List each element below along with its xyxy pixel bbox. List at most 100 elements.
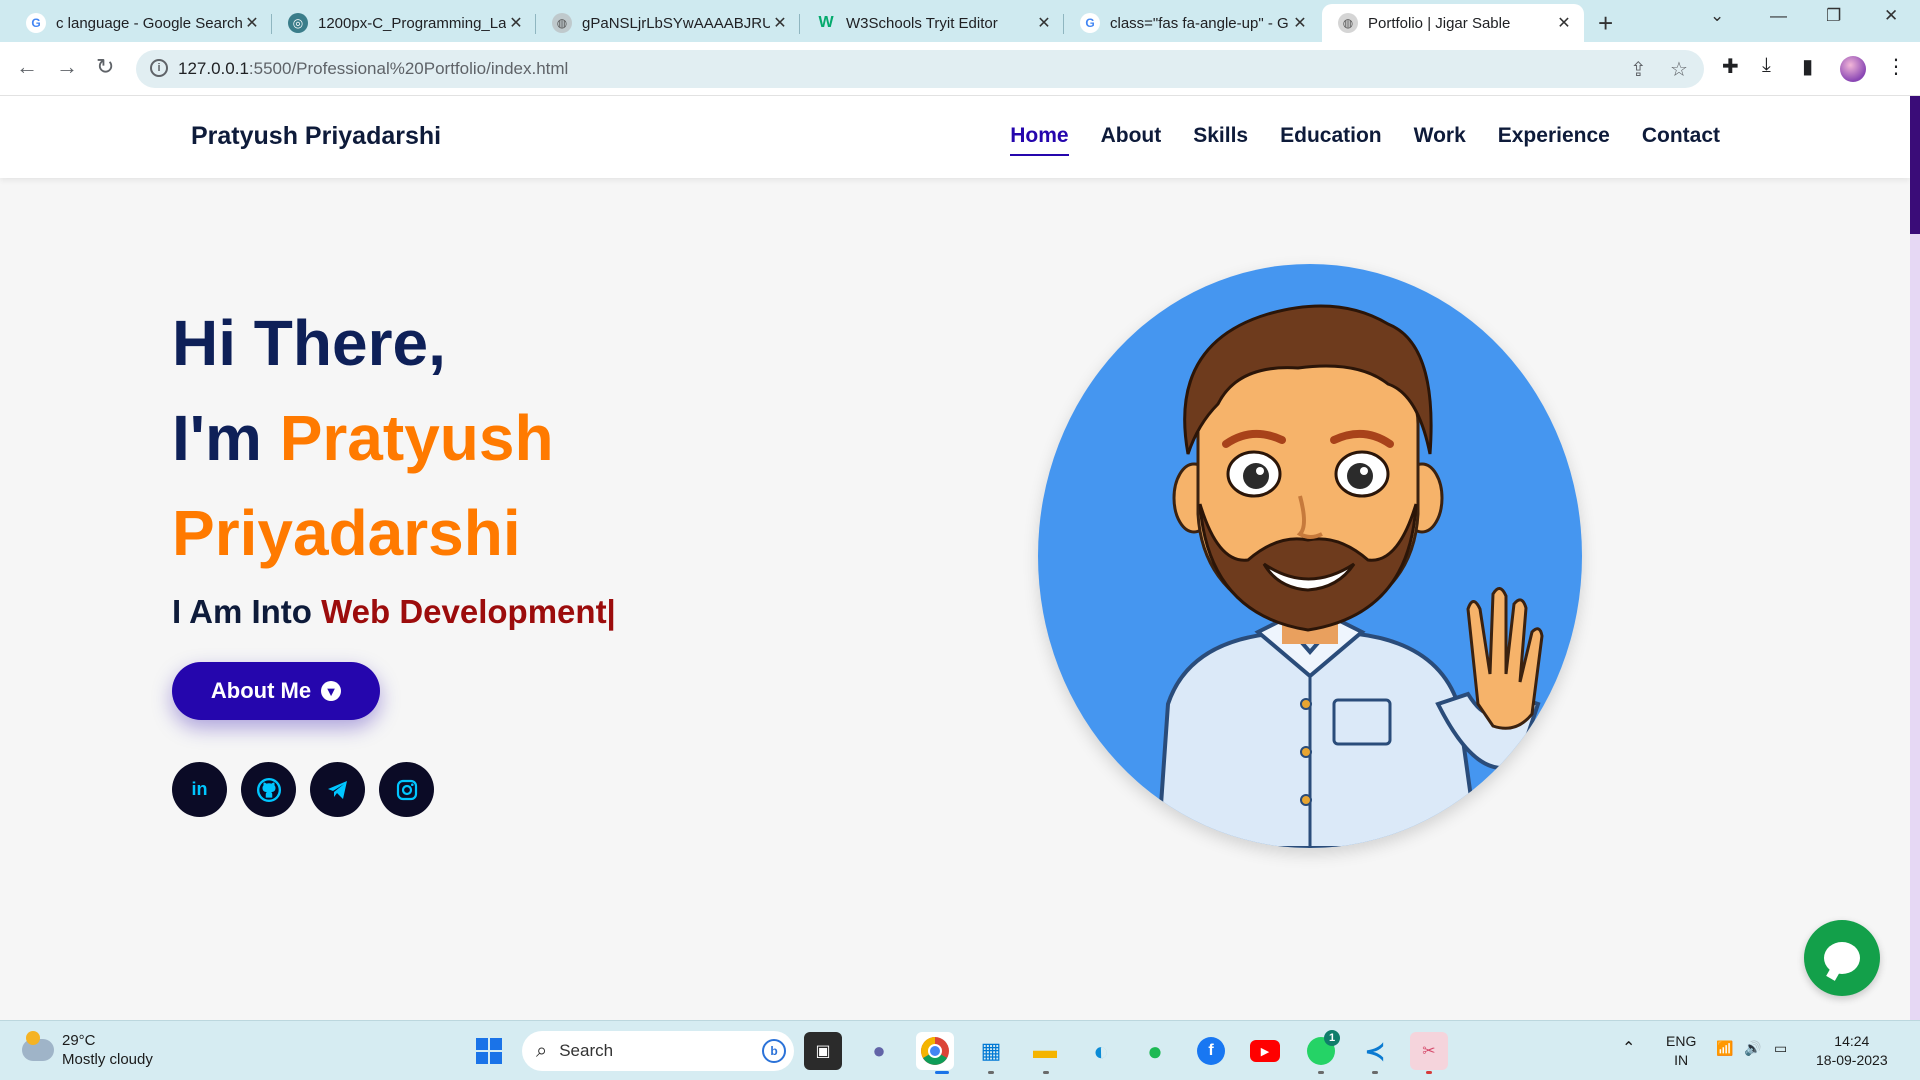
vscode-icon[interactable]: ≺ — [1356, 1032, 1394, 1070]
minimize-icon[interactable]: — — [1770, 6, 1787, 26]
facebook-icon[interactable]: f — [1192, 1032, 1230, 1070]
typed-prefix: I Am Into — [172, 593, 322, 630]
close-icon[interactable]: ✕ — [770, 13, 790, 33]
site-info-icon[interactable]: i — [150, 59, 168, 77]
nav-about[interactable]: About — [1101, 124, 1162, 156]
hero-name-line: I'm Pratyush — [172, 391, 616, 486]
clock[interactable]: 14:24 18-09-2023 — [1816, 1032, 1888, 1070]
task-view-icon[interactable]: ▣ — [804, 1032, 842, 1070]
region-code: IN — [1674, 1052, 1689, 1068]
tab-wikimedia[interactable]: ◎ 1200px-C_Programming_La ✕ — [272, 4, 536, 42]
w3schools-icon: W — [818, 14, 834, 31]
weather-widget[interactable]: 29°C Mostly cloudy — [22, 1031, 153, 1069]
show-hidden-icons-chevron-icon[interactable]: ⌃ — [1622, 1039, 1635, 1058]
tab-title: c language - Google Search — [56, 14, 242, 32]
url-text[interactable]: 127.0.0.1:5500/Professional%20Portfolio/… — [178, 59, 568, 79]
windows-taskbar: 29°C Mostly cloudy ⌕ Search b ▣ ● ▦ ▬ ◐ … — [0, 1020, 1920, 1080]
hero-greeting: Hi There, — [172, 307, 446, 379]
snipping-tool-icon[interactable]: ✂ — [1410, 1032, 1448, 1070]
close-icon[interactable]: ✕ — [1034, 13, 1054, 33]
share-icon[interactable]: ⇪ — [1630, 57, 1647, 82]
linkedin-icon[interactable]: in — [172, 762, 227, 817]
nav-skills[interactable]: Skills — [1193, 124, 1248, 156]
reload-icon[interactable]: ↻ — [96, 54, 114, 80]
github-icon[interactable] — [241, 762, 296, 817]
weather-temp: 29°C — [62, 1032, 96, 1049]
wifi-icon[interactable]: 📶 — [1716, 1039, 1733, 1058]
bookmark-star-icon[interactable]: ☆ — [1670, 57, 1688, 82]
telegram-icon[interactable] — [310, 762, 365, 817]
address-bar[interactable]: i 127.0.0.1:5500/Professional%20Portfoli… — [136, 50, 1704, 88]
taskbar-search[interactable]: ⌕ Search b — [522, 1031, 794, 1071]
tab-google-search[interactable]: G c language - Google Search ✕ — [10, 4, 272, 42]
extensions-icon[interactable]: ✚ — [1722, 54, 1739, 79]
whatsapp-icon[interactable]: 1 — [1302, 1030, 1340, 1070]
nav-education[interactable]: Education — [1280, 124, 1382, 156]
instagram-icon[interactable] — [379, 762, 434, 817]
hero-last-name: Priyadarshi — [172, 497, 521, 569]
arrow-down-circle-icon: ▼ — [321, 681, 342, 701]
windows-start-icon[interactable] — [470, 1032, 508, 1070]
hero-typed-line: I Am Into Web Development| — [172, 593, 616, 631]
close-window-icon[interactable]: ✕ — [1884, 6, 1898, 26]
weather-desc: Mostly cloudy — [62, 1051, 153, 1068]
new-tab-icon[interactable]: + — [1598, 8, 1613, 39]
tab-list-chevron-icon[interactable]: ⌄ — [1710, 6, 1724, 26]
volume-icon[interactable]: 🔊 — [1744, 1039, 1761, 1058]
close-icon[interactable]: ✕ — [506, 13, 526, 33]
edge-icon[interactable]: ◐ — [1082, 1032, 1120, 1070]
tab-google-fa[interactable]: G class="fas fa-angle-up" - G ✕ — [1064, 4, 1320, 42]
typed-value: Web Development| — [321, 593, 616, 630]
close-icon[interactable]: ✕ — [1554, 13, 1574, 33]
back-icon[interactable]: ← — [16, 54, 38, 80]
site-header: Pratyush Priyadarshi Home About Skills E… — [0, 96, 1910, 178]
site-brand[interactable]: Pratyush Priyadarshi — [191, 122, 441, 151]
profile-avatar[interactable] — [1840, 56, 1866, 82]
side-panel-icon[interactable]: ▮ — [1802, 54, 1813, 79]
nav-home[interactable]: Home — [1010, 124, 1069, 156]
running-indicator — [1372, 1071, 1378, 1074]
partly-cloudy-icon — [22, 1031, 54, 1061]
google-icon: G — [26, 13, 46, 33]
microsoft-store-icon[interactable]: ▦ — [972, 1032, 1010, 1070]
spotify-icon[interactable]: ● — [1136, 1032, 1174, 1070]
running-indicator — [935, 1071, 949, 1074]
file-explorer-icon[interactable]: ▬ — [1026, 1032, 1064, 1070]
tab-title: Portfolio | Jigar Sable — [1368, 14, 1511, 32]
page-scrollbar-thumb[interactable] — [1910, 96, 1920, 234]
clock-date: 18-09-2023 — [1816, 1052, 1888, 1068]
forward-icon[interactable]: → — [56, 54, 78, 80]
restore-icon[interactable]: ❐ — [1826, 6, 1841, 26]
hero-first-name: Pratyush — [279, 402, 554, 474]
teams-chat-icon[interactable]: ● — [860, 1032, 898, 1070]
search-icon: ⌕ — [536, 1039, 548, 1062]
tab-w3schools[interactable]: W W3Schools Tryit Editor ✕ — [800, 4, 1064, 42]
tab-title: class="fas fa-angle-up" - G — [1110, 14, 1289, 32]
battery-icon[interactable]: ▭ — [1774, 1039, 1787, 1058]
chrome-icon[interactable] — [916, 1032, 954, 1070]
about-me-button[interactable]: About Me ▼ — [172, 662, 380, 720]
youtube-icon[interactable]: ▶ — [1246, 1032, 1284, 1070]
close-icon[interactable]: ✕ — [1290, 13, 1310, 33]
nav-work[interactable]: Work — [1414, 124, 1466, 156]
browser-tab-strip: G c language - Google Search ✕ ◎ 1200px-… — [0, 0, 1920, 42]
lang-code: ENG — [1666, 1033, 1697, 1049]
download-icon[interactable]: ⤓ — [1762, 54, 1771, 77]
close-icon[interactable]: ✕ — [242, 13, 262, 33]
nav-contact[interactable]: Contact — [1642, 124, 1720, 156]
hero-im: I'm — [172, 402, 280, 474]
nav-experience[interactable]: Experience — [1498, 124, 1610, 156]
language-indicator[interactable]: ENG IN — [1666, 1032, 1696, 1070]
hero-section: Hi There, I'm Pratyush Priyadarshi I Am … — [172, 296, 616, 817]
web-page: Pratyush Priyadarshi Home About Skills E… — [0, 96, 1910, 1020]
menu-kebab-icon[interactable]: ⋮ — [1886, 54, 1906, 79]
bing-icon[interactable]: b — [762, 1039, 786, 1063]
page-scrollbar-track[interactable] — [1910, 96, 1920, 1020]
tab-portfolio[interactable]: ◍ Portfolio | Jigar Sable ✕ — [1322, 4, 1584, 42]
tab-title: gPaNSLjrLbSYwAAAABJRU5 — [582, 14, 770, 32]
tab-image[interactable]: ◍ gPaNSLjrLbSYwAAAABJRU5 ✕ — [536, 4, 800, 42]
running-indicator — [1318, 1071, 1324, 1074]
chat-button[interactable] — [1804, 920, 1880, 996]
google-icon: G — [1080, 13, 1100, 33]
weather-text: 29°C Mostly cloudy — [62, 1031, 153, 1069]
